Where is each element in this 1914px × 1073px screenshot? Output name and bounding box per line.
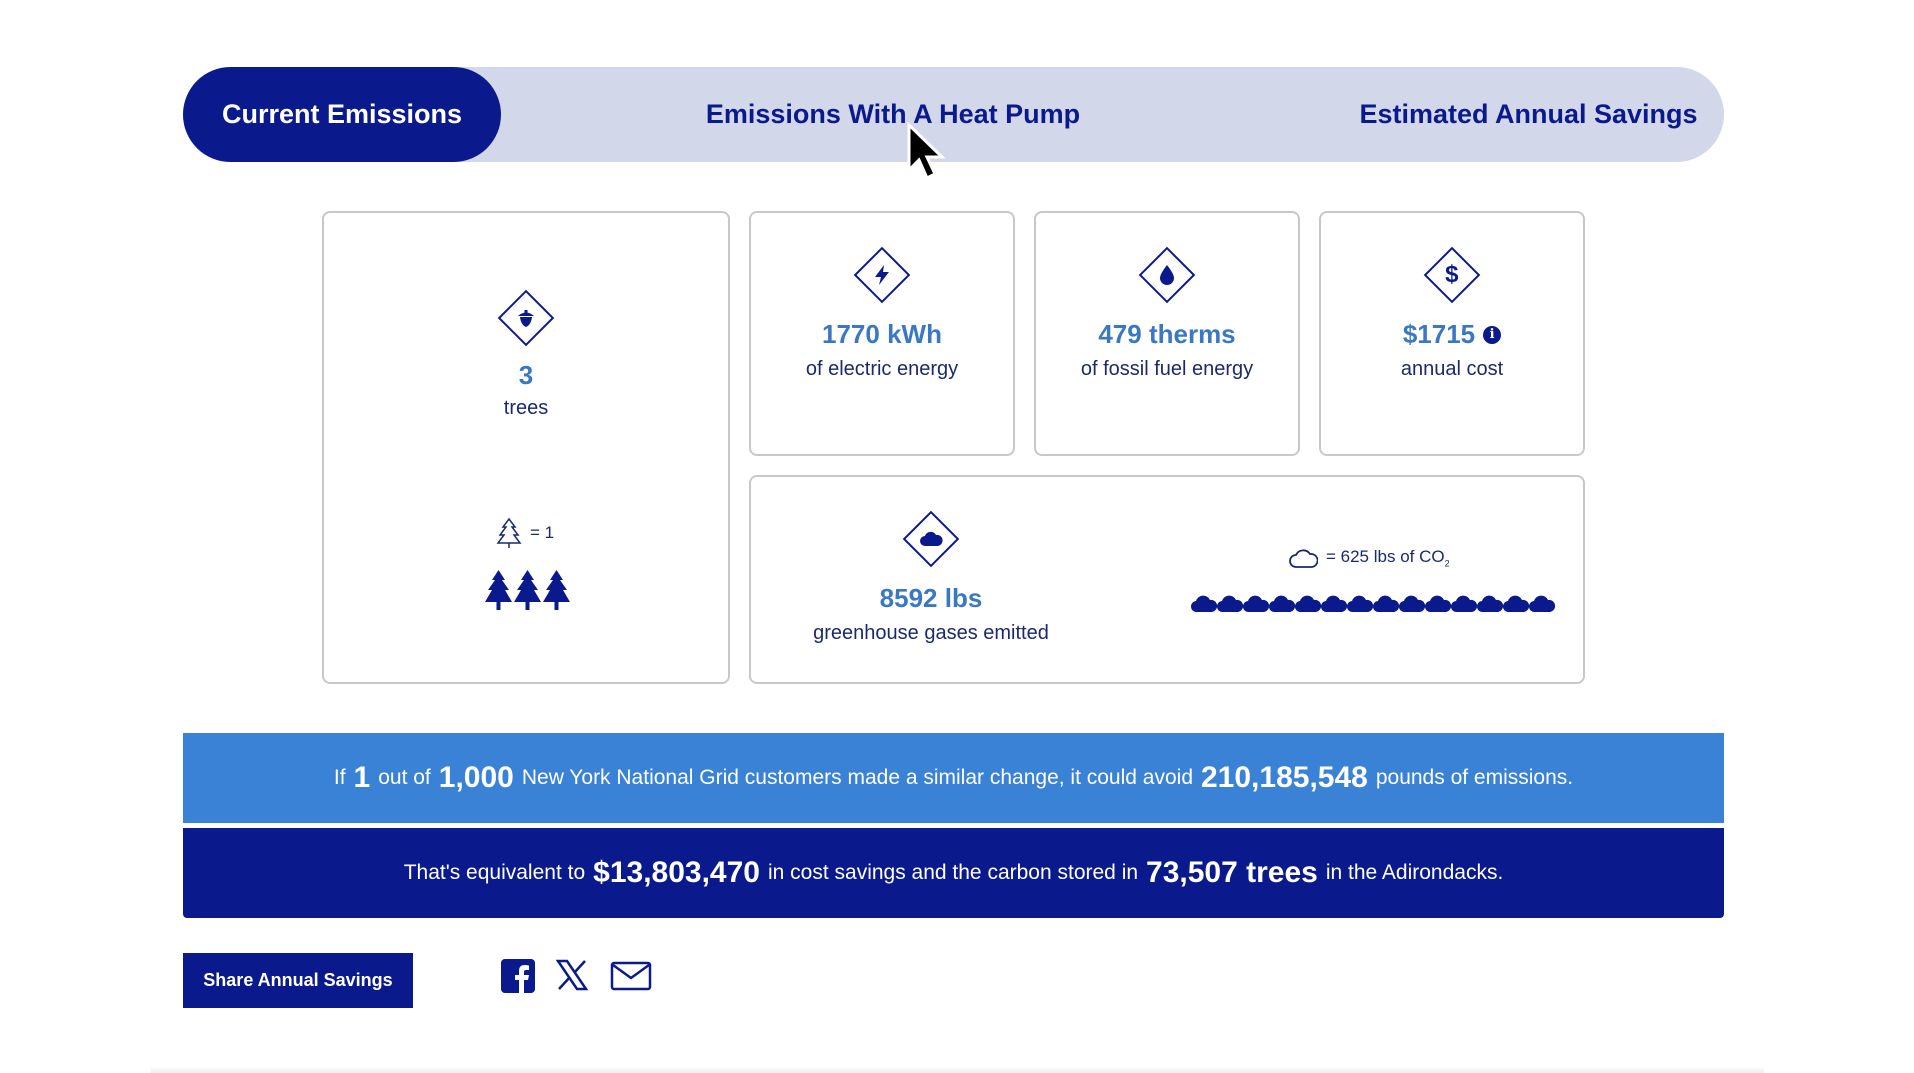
banner2-num-1: $13,803,470 bbox=[593, 856, 760, 889]
banner1-text-3: New York National Grid customers made a … bbox=[521, 766, 1193, 789]
annual-cost-card: $ $1715 i annual cost bbox=[1319, 211, 1585, 456]
cloud-icon bbox=[1347, 595, 1373, 613]
cloud-icon bbox=[902, 510, 960, 568]
fossil-value: 479 therms bbox=[1098, 319, 1236, 349]
tree-icon bbox=[514, 570, 541, 610]
cloud-icon bbox=[1399, 595, 1425, 613]
share-annual-savings-button[interactable]: Share Annual Savings bbox=[183, 953, 413, 1008]
tree-icons bbox=[484, 569, 571, 611]
cloud-outline-icon bbox=[1289, 549, 1318, 568]
banner1-text-2: out of bbox=[378, 766, 431, 789]
cloud-icon bbox=[1451, 595, 1477, 613]
fossil-label: of fossil fuel energy bbox=[1080, 358, 1254, 380]
banner1-text-4: pounds of emissions. bbox=[1375, 766, 1574, 789]
facebook-icon[interactable] bbox=[500, 958, 536, 994]
cloud-icon bbox=[1503, 595, 1529, 613]
cloud-icon bbox=[1191, 595, 1217, 613]
cloud-icon bbox=[1269, 595, 1295, 613]
cloud-icon bbox=[1243, 595, 1269, 613]
tab-current-emissions[interactable]: Current Emissions bbox=[183, 67, 501, 162]
electric-energy-card: 1770 kWh of electric energy bbox=[749, 211, 1015, 456]
email-icon[interactable] bbox=[610, 961, 652, 991]
ghg-label: greenhouse gases emitted bbox=[813, 622, 1049, 644]
dollar-icon: $ bbox=[1423, 246, 1481, 304]
trees-value: 3 bbox=[518, 360, 534, 390]
x-icon[interactable] bbox=[555, 958, 589, 992]
fossil-fuel-card: 479 therms of fossil fuel energy bbox=[1034, 211, 1300, 456]
tree-icon bbox=[543, 570, 570, 610]
cloud-icon bbox=[1217, 595, 1243, 613]
mouse-cursor-icon bbox=[907, 122, 946, 181]
cloud-icons bbox=[1191, 593, 1555, 613]
cloud-legend: = 625 lbs of CO2 bbox=[1288, 547, 1450, 569]
banner1-text-1: If bbox=[333, 766, 346, 789]
electric-label: of electric energy bbox=[805, 358, 959, 380]
tree-legend-text: = 1 bbox=[530, 523, 555, 542]
page-footer-edge bbox=[150, 1066, 1764, 1073]
flame-drop-icon bbox=[1138, 246, 1196, 304]
tab-estimated-annual-savings[interactable]: Estimated Annual Savings bbox=[1333, 67, 1724, 162]
cloud-legend-text: = 625 lbs of CO bbox=[1326, 547, 1445, 567]
impact-banner: If 1 out of 1,000 New York National Grid… bbox=[183, 733, 1724, 823]
tree-legend: = 1 bbox=[496, 517, 554, 549]
electric-value: 1770 kWh bbox=[822, 319, 942, 349]
banner2-text-1: That's equivalent to bbox=[403, 861, 586, 884]
banner2-text-2: in cost savings and the carbon stored in bbox=[767, 861, 1139, 884]
cloud-icon bbox=[1477, 595, 1503, 613]
emissions-tabs: Current Emissions Emissions With A Heat … bbox=[183, 67, 1724, 162]
lightning-icon bbox=[853, 246, 911, 304]
tab-emissions-with-heat-pump[interactable]: Emissions With A Heat Pump bbox=[683, 67, 1103, 162]
tree-outline-icon bbox=[496, 517, 522, 548]
cloud-icon bbox=[1425, 595, 1451, 613]
tree-icon bbox=[485, 570, 512, 610]
cloud-icon bbox=[1529, 595, 1555, 613]
info-icon[interactable]: i bbox=[1483, 325, 1502, 344]
ghg-value: 8592 lbs bbox=[879, 583, 983, 613]
cloud-icon bbox=[1295, 595, 1321, 613]
banner1-num-1: 1 bbox=[353, 761, 371, 794]
trees-label: trees bbox=[503, 397, 549, 419]
cloud-icon bbox=[1321, 595, 1347, 613]
acorn-icon bbox=[497, 289, 555, 347]
banner1-num-2: 1,000 bbox=[438, 761, 514, 794]
banner1-num-3: 210,185,548 bbox=[1201, 761, 1368, 794]
greenhouse-gas-card: 8592 lbs greenhouse gases emitted = 625 … bbox=[749, 475, 1585, 684]
cost-label: annual cost bbox=[1400, 358, 1504, 380]
banner2-text-3: in the Adirondacks. bbox=[1325, 861, 1504, 884]
banner2-num-2: 73,507 trees bbox=[1146, 856, 1318, 889]
cost-value: $1715 bbox=[1402, 319, 1476, 349]
trees-card: 3 trees = 1 bbox=[322, 211, 730, 684]
cloud-icon bbox=[1373, 595, 1399, 613]
equivalent-banner: That's equivalent to $13,803,470 in cost… bbox=[183, 828, 1724, 918]
cloud-legend-sub: 2 bbox=[1444, 558, 1450, 569]
